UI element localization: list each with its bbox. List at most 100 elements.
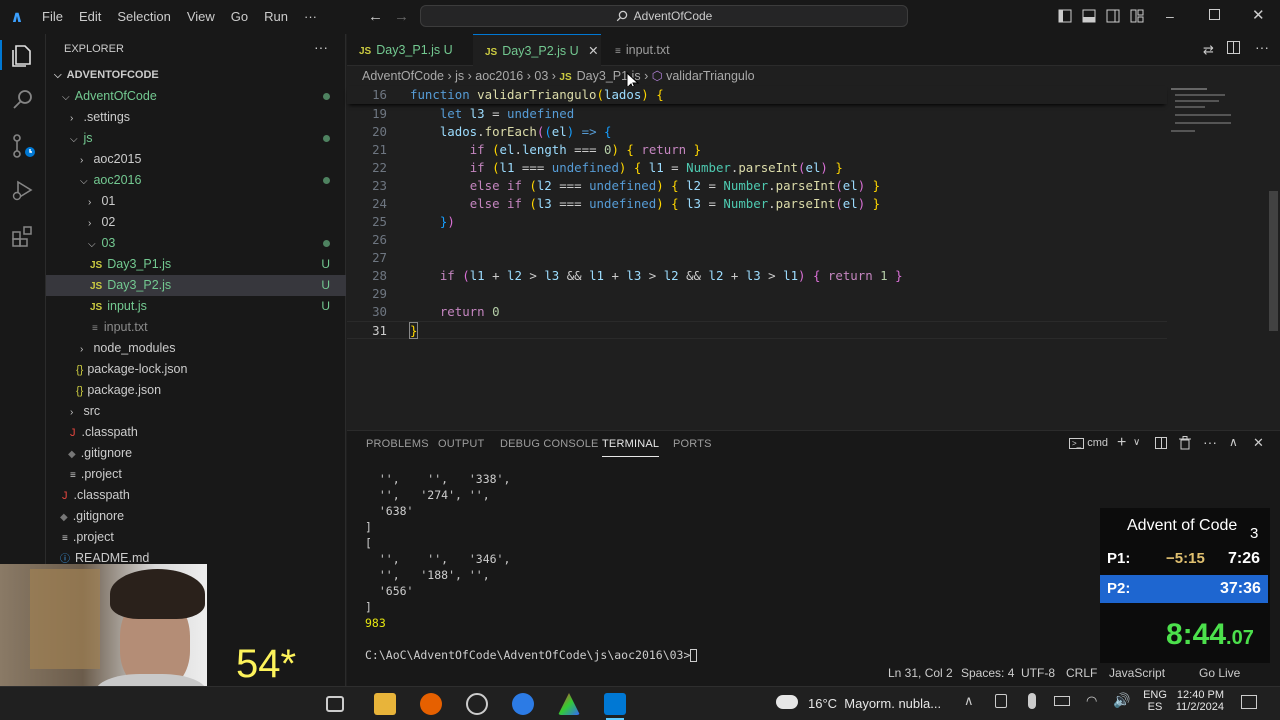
menu-go[interactable]: Go	[223, 0, 256, 34]
tree-item-project-root[interactable]: ≡ .project	[46, 527, 346, 548]
indentation[interactable]: Spaces: 4	[961, 666, 1014, 680]
tree-item-input-js[interactable]: JS input.js U	[46, 296, 346, 317]
tree-item-gitignore-root[interactable]: ◆ .gitignore	[46, 506, 346, 527]
tree-item-adventofcode[interactable]: ⌵ AdventOfCode	[46, 86, 346, 107]
tree-item-classpath-root[interactable]: J .classpath	[46, 485, 346, 506]
clock[interactable]: 12:40 PM 11/2/2024	[1172, 689, 1224, 713]
tree-item-node-modules[interactable]: › node_modules	[46, 338, 346, 359]
menu-edit[interactable]: Edit	[71, 0, 109, 34]
tree-item-aoc2015[interactable]: › aoc2015	[46, 149, 346, 170]
obs-icon[interactable]	[466, 693, 488, 715]
menu-more[interactable]: ···	[296, 0, 325, 34]
run-debug-icon[interactable]	[9, 176, 37, 204]
close-tab-icon[interactable]: ✕	[588, 44, 598, 58]
tree-item-classpath[interactable]: J .classpath	[46, 422, 346, 443]
tree-item-03[interactable]: ⌵ 03	[46, 233, 346, 254]
tray-icon[interactable]	[995, 694, 1007, 708]
chevron-down-icon[interactable]: ∨	[1133, 437, 1140, 448]
split-editor-icon[interactable]	[1227, 41, 1240, 54]
tree-item-02[interactable]: › 02	[46, 212, 346, 233]
source-control-icon[interactable]	[9, 132, 37, 160]
tree-item-01[interactable]: › 01	[46, 191, 346, 212]
tree-item-input-txt[interactable]: ≡ input.txt	[46, 317, 346, 338]
explorer-icon[interactable]	[9, 42, 37, 70]
notifications-icon[interactable]	[1241, 695, 1257, 709]
tree-item-gitignore[interactable]: ◆ .gitignore	[46, 443, 346, 464]
line-ending[interactable]: CRLF	[1066, 666, 1097, 680]
maximize-panel-icon[interactable]: ∧	[1229, 435, 1238, 449]
command-center-search[interactable]: AdventOfCode	[420, 5, 908, 27]
trash-icon[interactable]	[1179, 436, 1191, 450]
breadcrumb-item[interactable]: aoc2016	[475, 69, 523, 83]
new-terminal-icon[interactable]: +	[1117, 434, 1126, 452]
toggle-panel-icon[interactable]	[1082, 9, 1096, 23]
breadcrumb-item[interactable]: validarTriangulo	[666, 69, 754, 83]
extensions-icon[interactable]	[9, 222, 37, 250]
workspace-root[interactable]: ⌵ ADVENTOFCODE	[46, 65, 346, 86]
window-restore-icon[interactable]	[1209, 9, 1220, 20]
menu-selection[interactable]: Selection	[109, 0, 178, 34]
close-panel-icon[interactable]: ✕	[1253, 435, 1264, 451]
app-icon[interactable]	[512, 693, 534, 715]
microphone-icon[interactable]	[1028, 693, 1036, 709]
tab-day3-p2[interactable]: JS Day3_P2.js U ✕	[473, 34, 601, 66]
tab-day3-p1[interactable]: JS Day3_P1.js U	[347, 34, 467, 66]
toggle-secondary-sidebar-icon[interactable]	[1106, 9, 1120, 23]
forward-arrow-icon[interactable]: →	[394, 8, 409, 25]
tree-item-package-json[interactable]: {} package.json	[46, 380, 346, 401]
tab-output[interactable]: OUTPUT	[438, 431, 484, 457]
menu-view[interactable]: View	[179, 0, 223, 34]
encoding[interactable]: UTF-8	[1021, 666, 1055, 680]
tree-item-project[interactable]: ≡ .project	[46, 464, 346, 485]
editor-scrollbar[interactable]	[1269, 191, 1278, 331]
app-icon[interactable]	[558, 693, 580, 715]
code-line: 27	[372, 250, 387, 265]
tree-item-js[interactable]: ⌵ js	[46, 128, 346, 149]
open-changes-icon[interactable]: ⇄	[1203, 42, 1214, 58]
cursor-position[interactable]: Ln 31, Col 2	[888, 666, 953, 680]
window-minimize-icon[interactable]: –	[1166, 8, 1174, 24]
tray-icon[interactable]	[1054, 696, 1070, 706]
breadcrumb-item[interactable]: 03	[534, 69, 548, 83]
terminal-prompt[interactable]: C:\AoC\AdventOfCode\AdventOfCode\js\aoc2…	[365, 647, 698, 663]
menu-file[interactable]: File	[34, 0, 71, 34]
language-mode[interactable]: JavaScript	[1109, 666, 1165, 680]
split-terminal-icon[interactable]	[1155, 437, 1167, 449]
go-live[interactable]: Go Live	[1199, 666, 1240, 680]
weather-text[interactable]: 16°C Mayorm. nubla...	[808, 696, 941, 711]
more-actions-icon[interactable]: ···	[314, 39, 328, 55]
menu-run[interactable]: Run	[256, 0, 296, 34]
volume-icon[interactable]: 🔊	[1113, 692, 1130, 709]
input-language[interactable]: ENG ES	[1140, 689, 1170, 713]
file-explorer-icon[interactable]	[374, 693, 396, 715]
more-actions-icon[interactable]: ···	[1255, 39, 1269, 55]
more-actions-icon[interactable]: ···	[1203, 434, 1217, 450]
window-close-icon[interactable]: ✕	[1252, 6, 1265, 24]
tab-ports[interactable]: PORTS	[673, 431, 712, 457]
prompt-text: C:\AoC\AdventOfCode\AdventOfCode\js\aoc2…	[365, 648, 691, 662]
minimap[interactable]	[1169, 86, 1249, 146]
tab-problems[interactable]: PROBLEMS	[366, 431, 429, 457]
tree-item-src[interactable]: › src	[46, 401, 346, 422]
firefox-icon[interactable]	[420, 693, 442, 715]
code-editor[interactable]: 16 function validarTriangulo(lados) { 19 …	[347, 86, 1280, 426]
vscode-icon[interactable]	[604, 693, 626, 715]
tree-item-settings[interactable]: › .settings	[46, 107, 346, 128]
breadcrumb-item[interactable]: AdventOfCode	[362, 69, 444, 83]
customize-layout-icon[interactable]	[1130, 9, 1144, 23]
search-icon[interactable]	[9, 86, 37, 114]
tree-item-package-lock[interactable]: {} package-lock.json	[46, 359, 346, 380]
back-arrow-icon[interactable]: ←	[368, 8, 383, 25]
tree-item-day3-p1[interactable]: JS Day3_P1.js U	[46, 254, 346, 275]
tree-item-aoc2016[interactable]: ⌵ aoc2016	[46, 170, 346, 191]
task-view-icon[interactable]	[326, 696, 344, 712]
chevron-up-icon[interactable]: ∧	[964, 693, 974, 709]
tree-item-day3-p2[interactable]: JS Day3_P2.js U	[46, 275, 346, 296]
tab-terminal[interactable]: TERMINAL	[602, 431, 660, 457]
tab-input-txt[interactable]: ≡ input.txt	[603, 34, 713, 66]
wifi-icon[interactable]: ◠	[1086, 693, 1097, 709]
breadcrumb-item[interactable]: js	[455, 69, 464, 83]
tab-debug-console[interactable]: DEBUG CONSOLE	[500, 431, 599, 457]
terminal-shell-selector[interactable]: >_ cmd	[1069, 437, 1108, 449]
toggle-sidebar-icon[interactable]	[1058, 9, 1072, 23]
